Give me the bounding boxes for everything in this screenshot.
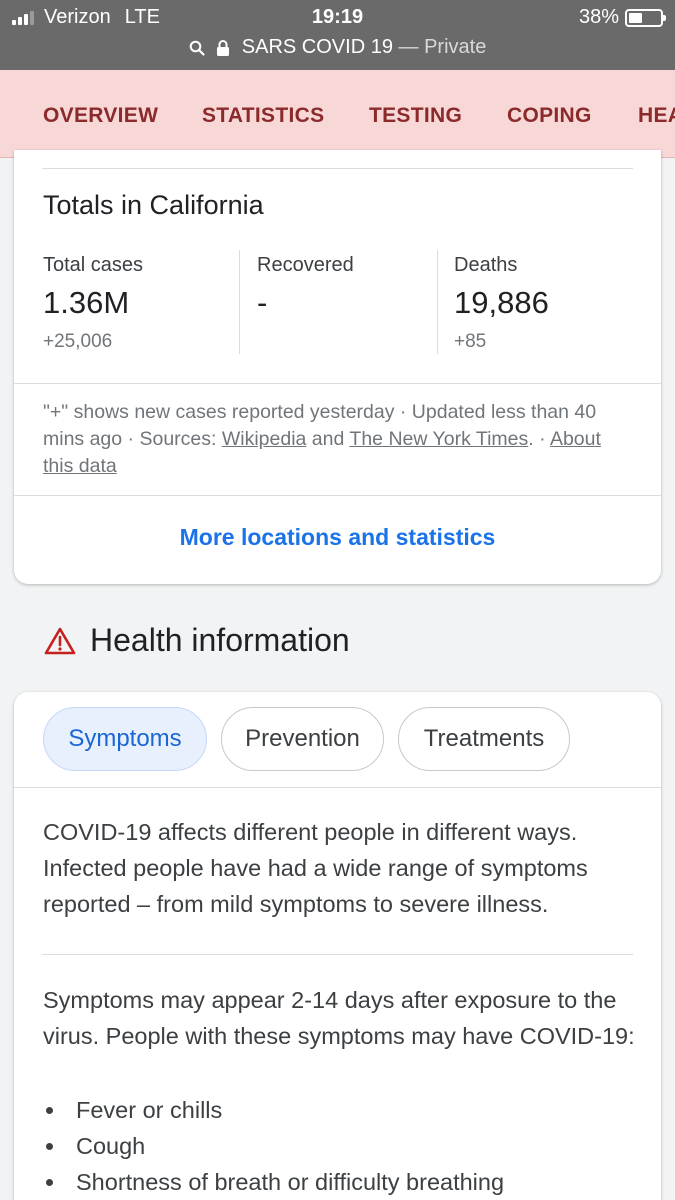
divider xyxy=(239,250,240,354)
health-card: Symptoms Prevention Treatments COVID-19 … xyxy=(14,692,661,1200)
stat-value: 19,886 xyxy=(454,285,549,320)
footnote-separator: · xyxy=(122,428,140,450)
status-right: 38% xyxy=(578,6,666,29)
stat-delta: +25,006 xyxy=(43,331,113,352)
stat-label: Deaths xyxy=(454,254,518,276)
stat-delta: +85 xyxy=(454,331,487,352)
symptoms-onset-paragraph: Symptoms may appear 2-14 days after expo… xyxy=(43,987,635,1049)
divider xyxy=(14,787,661,788)
url-separator: — xyxy=(398,36,419,58)
stat-label: Recovered xyxy=(257,254,354,276)
totals-card: Totals in California Total cases 1.36M +… xyxy=(14,150,661,584)
tab-health[interactable]: HEA xyxy=(638,104,675,128)
warning-icon xyxy=(44,627,76,654)
lock-icon xyxy=(217,39,230,56)
stat-recovered: Recovered - xyxy=(257,254,354,331)
status-bar: Verizon LTE 19:19 38% SARS COVID 19 — Pr… xyxy=(0,0,675,70)
list-item: Shortness of breath or difficulty breath… xyxy=(43,1164,504,1200)
divider xyxy=(14,495,661,496)
clock: 19:19 xyxy=(311,6,364,28)
symptoms-intro-paragraph: COVID-19 affects different people in dif… xyxy=(43,819,588,917)
url-bar[interactable]: SARS COVID 19 — Private xyxy=(0,36,675,59)
private-label: Private xyxy=(424,36,487,58)
divider xyxy=(42,168,633,169)
more-locations-link[interactable]: More locations and statistics xyxy=(14,524,661,551)
totals-title: Totals in California xyxy=(43,190,264,220)
list-item: Fever or chills xyxy=(43,1092,504,1128)
stat-value: - xyxy=(257,285,268,320)
data-footnote: "+" shows new cases reported yesterday ·… xyxy=(43,399,633,480)
divider xyxy=(42,954,633,955)
stat-label: Total cases xyxy=(43,254,144,276)
battery-percent: 38% xyxy=(578,6,619,28)
divider xyxy=(437,250,438,354)
chip-prevention[interactable]: Prevention xyxy=(221,707,384,771)
nytimes-link[interactable]: The New York Times xyxy=(349,428,528,450)
sources-label: Sources: xyxy=(139,428,222,450)
tab-testing[interactable]: TESTING xyxy=(369,104,462,128)
tab-statistics[interactable]: STATISTICS xyxy=(202,104,324,128)
topic-tabs: OVERVIEW STATISTICS TESTING COPING HEA xyxy=(0,70,675,158)
chip-treatments[interactable]: Treatments xyxy=(398,707,570,771)
symptoms-list: Fever or chills Cough Shortness of breat… xyxy=(43,1092,504,1200)
stat-deaths: Deaths 19,886 +85 xyxy=(454,254,549,353)
search-icon xyxy=(189,40,205,56)
tab-overview[interactable]: OVERVIEW xyxy=(43,104,158,128)
footnote-and: and xyxy=(306,428,350,450)
divider xyxy=(14,383,661,384)
tab-coping[interactable]: COPING xyxy=(507,104,592,128)
battery-icon xyxy=(625,8,666,27)
stat-total-cases: Total cases 1.36M +25,006 xyxy=(43,254,143,353)
chip-symptoms[interactable]: Symptoms xyxy=(43,707,207,771)
health-header: Health information xyxy=(44,622,350,659)
url-title: SARS COVID 19 xyxy=(241,36,393,58)
stat-value: 1.36M xyxy=(43,285,130,320)
footnote-separator: · xyxy=(533,428,550,450)
wikipedia-link[interactable]: Wikipedia xyxy=(222,428,307,450)
health-title: Health information xyxy=(90,622,350,658)
list-item: Cough xyxy=(43,1128,504,1164)
